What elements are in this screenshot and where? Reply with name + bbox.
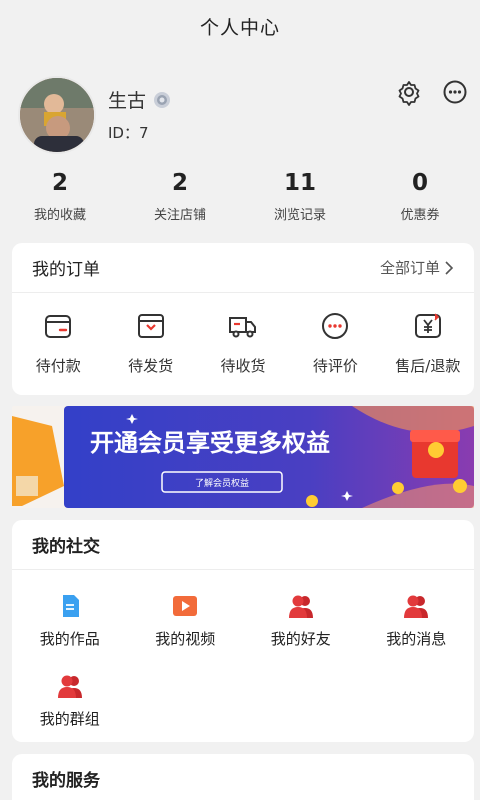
services-title: 我的服务 xyxy=(32,770,100,791)
medal-icon xyxy=(154,91,171,108)
social-works[interactable]: 我的作品 xyxy=(12,592,128,672)
order-pending-review[interactable]: 待评价 xyxy=(289,311,381,376)
stat-label: 我的收藏 xyxy=(33,208,86,223)
social-videos[interactable]: 我的视频 xyxy=(128,592,244,672)
stat-value: 2 xyxy=(171,170,188,196)
avatar[interactable] xyxy=(18,76,96,154)
stat-value: 2 xyxy=(51,170,68,196)
order-item-label: 待收货 xyxy=(220,357,266,375)
order-pending-shipment[interactable]: 待发货 xyxy=(104,311,196,376)
page-title: 个人中心 xyxy=(199,16,280,39)
username-text: 生古 xyxy=(108,90,147,112)
order-status-row: 待付款 待发货 待收货 待评价 售后/退款 xyxy=(12,293,474,376)
chevron-right-icon xyxy=(445,260,454,275)
username: 生古 xyxy=(108,86,172,113)
comment-icon xyxy=(322,313,349,339)
orders-header: 我的订单 全部订单 xyxy=(12,243,474,293)
group-icon xyxy=(57,675,82,698)
stat-value: 11 xyxy=(283,170,316,196)
banner-headline: 开通会员享受更多权益 xyxy=(90,429,330,457)
social-messages[interactable]: 我的消息 xyxy=(359,592,475,672)
social-header: 我的社交 xyxy=(12,520,474,570)
social-item-label: 我的群组 xyxy=(39,710,100,728)
social-friends[interactable]: 我的好友 xyxy=(243,592,359,672)
social-item-label: 我的作品 xyxy=(39,630,100,648)
social-item-label: 我的视频 xyxy=(155,630,216,648)
order-pending-receipt[interactable]: 待收货 xyxy=(197,311,289,376)
banner-button: 了解会员权益 xyxy=(195,477,249,489)
user-id: ID：7 xyxy=(108,124,149,142)
document-icon xyxy=(62,595,79,617)
order-item-label: 待付款 xyxy=(35,357,81,375)
social-groups[interactable]: 我的群组 xyxy=(12,672,128,752)
all-orders-label: 全部订单 xyxy=(379,259,440,277)
stat-favorites[interactable]: 2 我的收藏 xyxy=(0,166,120,232)
order-item-label: 售后/退款 xyxy=(395,357,461,375)
order-pending-payment[interactable]: 待付款 xyxy=(12,311,104,376)
services-header: 我的服务 xyxy=(12,754,474,800)
refund-icon xyxy=(414,313,441,338)
all-orders-link[interactable]: 全部订单 xyxy=(380,257,454,278)
social-card: 我的社交 我的作品 我的视频 我的好友 我的消息 我的群组 xyxy=(12,520,474,742)
stat-label: 关注店铺 xyxy=(153,208,206,223)
order-item-label: 待发货 xyxy=(128,357,174,375)
stat-followed-shops[interactable]: 2 关注店铺 xyxy=(120,166,240,232)
social-title: 我的社交 xyxy=(32,537,100,557)
stat-value: 0 xyxy=(411,170,428,196)
stat-label: 优惠券 xyxy=(400,208,440,223)
top-bar: 个人中心 xyxy=(0,0,480,52)
order-after-sales[interactable]: 售后/退款 xyxy=(382,311,474,376)
orders-title: 我的订单 xyxy=(32,260,100,280)
membership-banner[interactable]: 开通会员享受更多权益 了解会员权益 xyxy=(12,406,474,508)
gear-icon[interactable] xyxy=(395,78,423,106)
package-icon xyxy=(137,314,164,338)
stat-label: 浏览记录 xyxy=(273,208,326,223)
order-item-label: 待评价 xyxy=(312,357,358,375)
chat-bubble-icon[interactable] xyxy=(441,78,469,106)
orders-card: 我的订单 全部订单 待付款 待发货 待收货 待评价 售后/退款 xyxy=(12,243,474,395)
video-icon xyxy=(173,596,198,616)
friends-icon xyxy=(288,595,313,618)
social-item-label: 我的好友 xyxy=(270,630,331,648)
stats-row: 2 我的收藏 2 关注店铺 11 浏览记录 0 优惠券 xyxy=(0,166,480,232)
social-item-label: 我的消息 xyxy=(386,630,447,648)
services-card: 我的服务 xyxy=(12,754,474,800)
social-grid: 我的作品 我的视频 我的好友 我的消息 我的群组 xyxy=(12,570,474,752)
wallet-icon xyxy=(45,315,72,338)
message-user-icon xyxy=(404,595,429,618)
stat-history[interactable]: 11 浏览记录 xyxy=(240,166,360,232)
profile-section: 生古 ID：7 xyxy=(0,70,480,160)
truck-icon xyxy=(229,317,257,338)
stat-coupons[interactable]: 0 优惠券 xyxy=(360,166,480,232)
